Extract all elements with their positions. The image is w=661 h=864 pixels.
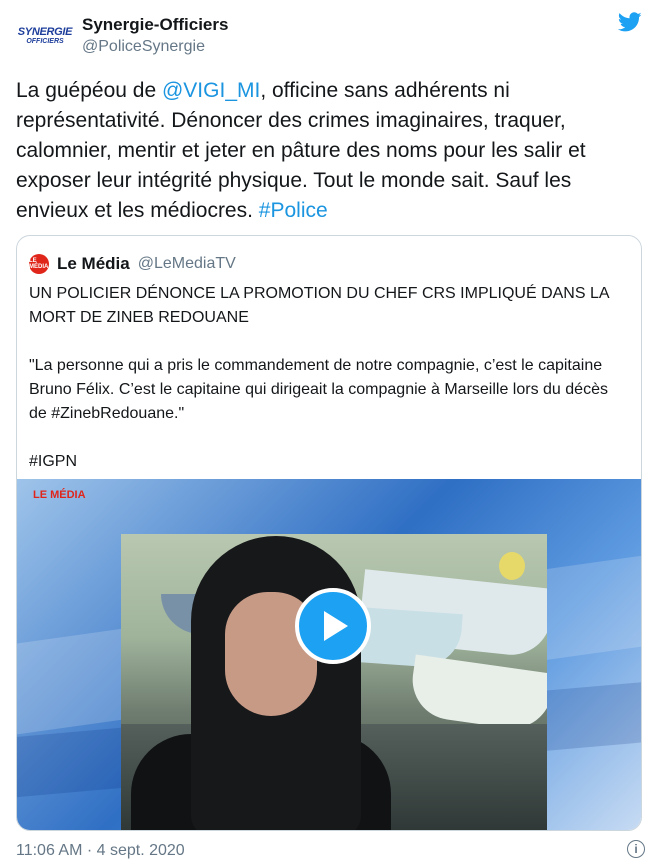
play-button[interactable]	[295, 588, 371, 664]
quoted-headline: UN POLICIER DÉNONCE LA PROMOTION DU CHEF…	[29, 285, 609, 326]
tweet-timestamp[interactable]: 11:06 AM · 4 sept. 2020	[16, 840, 185, 862]
play-icon	[324, 611, 348, 641]
quoted-hashtag: #IGPN	[29, 453, 78, 470]
quoted-avatar: LE MÉDIA	[29, 254, 49, 274]
hashtag-link[interactable]: #Police	[259, 199, 328, 222]
avatar[interactable]: SYNERGIE OFFICIERS	[16, 16, 74, 56]
author-display-name[interactable]: Synergie-Officiers	[82, 14, 228, 36]
twitter-bird-icon[interactable]	[616, 10, 644, 34]
quoted-tweet-text: UN POLICIER DÉNONCE LA PROMOTION DU CHEF…	[29, 282, 629, 474]
video-thumbnail[interactable]	[121, 534, 547, 830]
author-names: Synergie-Officiers @PoliceSynergie	[82, 14, 228, 58]
quoted-handle: @LeMediaTV	[137, 255, 236, 272]
quoted-quote: "La personne qui a pris le commandement …	[29, 357, 608, 422]
buoy	[499, 552, 525, 580]
quoted-display-name: Le Média	[57, 254, 130, 273]
media-channel-logo: LE MÉDIA	[33, 489, 86, 501]
avatar-logo-text: SYNERGIE	[17, 25, 73, 38]
mention-link[interactable]: @VIGI_MI	[162, 79, 260, 102]
author-handle[interactable]: @PoliceSynergie	[82, 36, 228, 58]
avatar-logo-subtext: OFFICIERS	[26, 37, 64, 45]
info-icon[interactable]: i	[627, 840, 645, 858]
tweet-text: La guépéou de @VIGI_MI, officine sans ad…	[16, 76, 636, 226]
tweet-header: SYNERGIE OFFICIERS Synergie-Officiers @P…	[16, 10, 646, 62]
boat	[407, 654, 547, 734]
tweet-text-part1: La guépéou de	[16, 79, 162, 102]
quoted-tweet[interactable]: LE MÉDIA Le Média @LeMediaTV UN POLICIER…	[16, 235, 642, 831]
quoted-tweet-header: LE MÉDIA Le Média @LeMediaTV	[29, 252, 236, 276]
